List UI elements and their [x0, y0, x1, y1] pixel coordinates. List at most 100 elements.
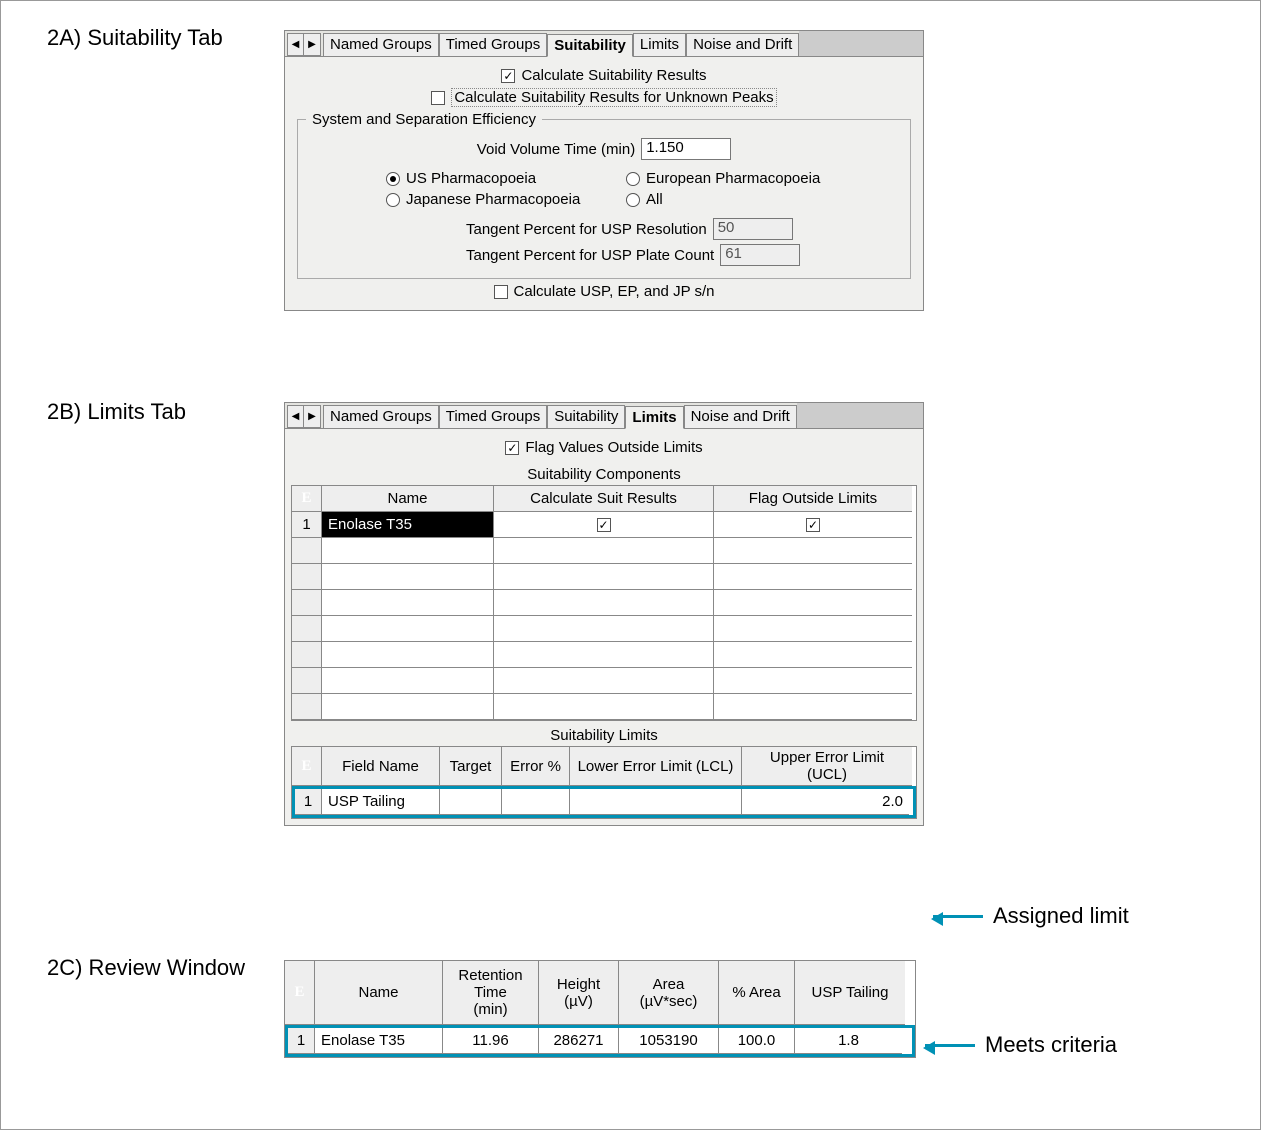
col-pct[interactable]: % Area	[719, 961, 795, 1025]
cell-lcl[interactable]	[570, 789, 742, 815]
cell-rt[interactable]: 11.96	[443, 1028, 539, 1054]
cell-pct[interactable]: 100.0	[719, 1028, 795, 1054]
col-target[interactable]: Target	[440, 747, 502, 786]
cell-tail[interactable]: 1.8	[795, 1028, 902, 1054]
table-corner-icon[interactable]: E	[285, 961, 315, 1025]
cell-name[interactable]: Enolase T35	[322, 512, 494, 538]
cell-area[interactable]: 1053190	[619, 1028, 719, 1054]
table-row[interactable]	[292, 538, 916, 564]
calc-suitability-label: Calculate Suitability Results	[521, 67, 706, 84]
cell-target[interactable]	[440, 789, 502, 815]
tab-noise-drift-b[interactable]: Noise and Drift	[684, 405, 797, 428]
tab-nav-arrows-b: ◀ ▶	[287, 405, 321, 428]
suitability-components-table[interactable]: E Name Calculate Suit Results Flag Outsi…	[291, 485, 917, 721]
flag-outside-label: Flag Values Outside Limits	[525, 439, 702, 456]
radio-jp[interactable]	[386, 193, 400, 207]
radio-all[interactable]	[626, 193, 640, 207]
col-rt[interactable]: Retention Time (min)	[443, 961, 539, 1025]
tab-named-groups[interactable]: Named Groups	[323, 33, 439, 56]
tab-limits[interactable]: Limits	[633, 33, 686, 56]
col-error[interactable]: Error %	[502, 747, 570, 786]
col-flag[interactable]: Flag Outside Limits	[714, 486, 912, 512]
section-title-b: 2B) Limits Tab	[47, 399, 186, 425]
system-efficiency-fieldset: System and Separation Efficiency Void Vo…	[297, 111, 911, 279]
row-flag-checkbox[interactable]: ✓	[806, 518, 820, 532]
flag-outside-checkbox[interactable]: ✓	[505, 441, 519, 455]
annotation-label: Assigned limit	[993, 903, 1129, 929]
radio-all-label: All	[646, 191, 663, 208]
calc-sn-label: Calculate USP, EP, and JP s/n	[514, 283, 715, 300]
calc-unknown-checkbox[interactable]	[431, 91, 445, 105]
table-row[interactable]: 1 Enolase T35 ✓ ✓	[292, 512, 916, 538]
calc-suitability-checkbox[interactable]: ✓	[501, 69, 515, 83]
cell-calc[interactable]: ✓	[494, 512, 714, 538]
table-row[interactable]	[292, 564, 916, 590]
tab-suitability[interactable]: Suitability	[547, 34, 633, 57]
tab-timed-groups[interactable]: Timed Groups	[439, 33, 547, 56]
table-row[interactable]	[292, 668, 916, 694]
tab-noise-drift[interactable]: Noise and Drift	[686, 33, 799, 56]
radio-eu-label: European Pharmacopoeia	[646, 170, 820, 187]
col-tail[interactable]: USP Tailing	[795, 961, 905, 1025]
cell-name-c[interactable]: Enolase T35	[315, 1028, 443, 1054]
table-row[interactable]	[292, 694, 916, 720]
table-row[interactable]	[292, 616, 916, 642]
tab-scroll-right-icon-b[interactable]: ▶	[304, 406, 320, 427]
radio-eu[interactable]	[626, 172, 640, 186]
table-row[interactable]	[292, 590, 916, 616]
fieldset-legend: System and Separation Efficiency	[306, 111, 542, 128]
suitability-limits-table[interactable]: E Field Name Target Error % Lower Error …	[291, 746, 917, 819]
row-calc-checkbox[interactable]: ✓	[597, 518, 611, 532]
cell-ucl[interactable]: 2.0	[742, 789, 909, 815]
col-calc[interactable]: Calculate Suit Results	[494, 486, 714, 512]
tab-nav-arrows: ◀ ▶	[287, 33, 321, 56]
table-row[interactable]: 1 Enolase T35 11.96 286271 1053190 100.0…	[288, 1028, 912, 1054]
row-number[interactable]: 1	[295, 789, 322, 815]
row-number[interactable]: 1	[292, 512, 322, 538]
table-corner-icon[interactable]: E	[292, 486, 322, 512]
col-name[interactable]: Name	[322, 486, 494, 512]
cell-height[interactable]: 286271	[539, 1028, 619, 1054]
review-table[interactable]: E Name Retention Time (min) Height (µV) …	[284, 960, 916, 1058]
table-corner-icon[interactable]: E	[292, 747, 322, 786]
row-number[interactable]: 1	[288, 1028, 315, 1054]
calc-sn-checkbox[interactable]	[494, 285, 508, 299]
annotation-label: Meets criteria	[985, 1032, 1117, 1058]
tab-limits-b[interactable]: Limits	[625, 406, 683, 429]
limits-panel: ◀ ▶ Named Groups Timed Groups Suitabilit…	[284, 402, 924, 826]
tab-scroll-right-icon[interactable]: ▶	[304, 34, 320, 55]
tangent-plate-label: Tangent Percent for USP Plate Count	[466, 247, 714, 264]
cell-field-name[interactable]: USP Tailing	[322, 789, 440, 815]
col-height[interactable]: Height (µV)	[539, 961, 619, 1025]
tab-scroll-left-icon-b[interactable]: ◀	[288, 406, 304, 427]
radio-us-label: US Pharmacopoeia	[406, 170, 536, 187]
suitability-panel: ◀ ▶ Named Groups Timed Groups Suitabilit…	[284, 30, 924, 311]
col-ucl[interactable]: Upper Error Limit (UCL)	[742, 747, 912, 786]
tangent-resolution-label: Tangent Percent for USP Resolution	[466, 221, 707, 238]
components-title: Suitability Components	[291, 460, 917, 485]
cell-error[interactable]	[502, 789, 570, 815]
section-title-a: 2A) Suitability Tab	[47, 25, 223, 51]
col-name-c[interactable]: Name	[315, 961, 443, 1025]
limits-title: Suitability Limits	[291, 721, 917, 746]
void-volume-input[interactable]: 1.150	[641, 138, 731, 160]
radio-jp-label: Japanese Pharmacopoeia	[406, 191, 580, 208]
review-window-panel: E Name Retention Time (min) Height (µV) …	[284, 960, 916, 1058]
tab-timed-groups-b[interactable]: Timed Groups	[439, 405, 547, 428]
tangent-resolution-input[interactable]: 50	[713, 218, 793, 240]
annotation-meets-criteria: Meets criteria	[925, 1032, 1117, 1058]
col-field-name[interactable]: Field Name	[322, 747, 440, 786]
tab-scroll-left-icon[interactable]: ◀	[288, 34, 304, 55]
table-row[interactable]	[292, 642, 916, 668]
tab-suitability-b[interactable]: Suitability	[547, 405, 625, 428]
tab-named-groups-b[interactable]: Named Groups	[323, 405, 439, 428]
col-lcl[interactable]: Lower Error Limit (LCL)	[570, 747, 742, 786]
col-area[interactable]: Area (µV*sec)	[619, 961, 719, 1025]
cell-flag[interactable]: ✓	[714, 512, 912, 538]
annotation-assigned-limit: Assigned limit	[933, 903, 1129, 929]
pharmacopoeia-radio-group: US Pharmacopoeia European Pharmacopoeia …	[386, 170, 902, 208]
calc-unknown-label: Calculate Suitability Results for Unknow…	[451, 88, 776, 107]
tangent-plate-input[interactable]: 61	[720, 244, 800, 266]
table-row[interactable]: 1 USP Tailing 2.0	[295, 789, 913, 815]
radio-us[interactable]	[386, 172, 400, 186]
